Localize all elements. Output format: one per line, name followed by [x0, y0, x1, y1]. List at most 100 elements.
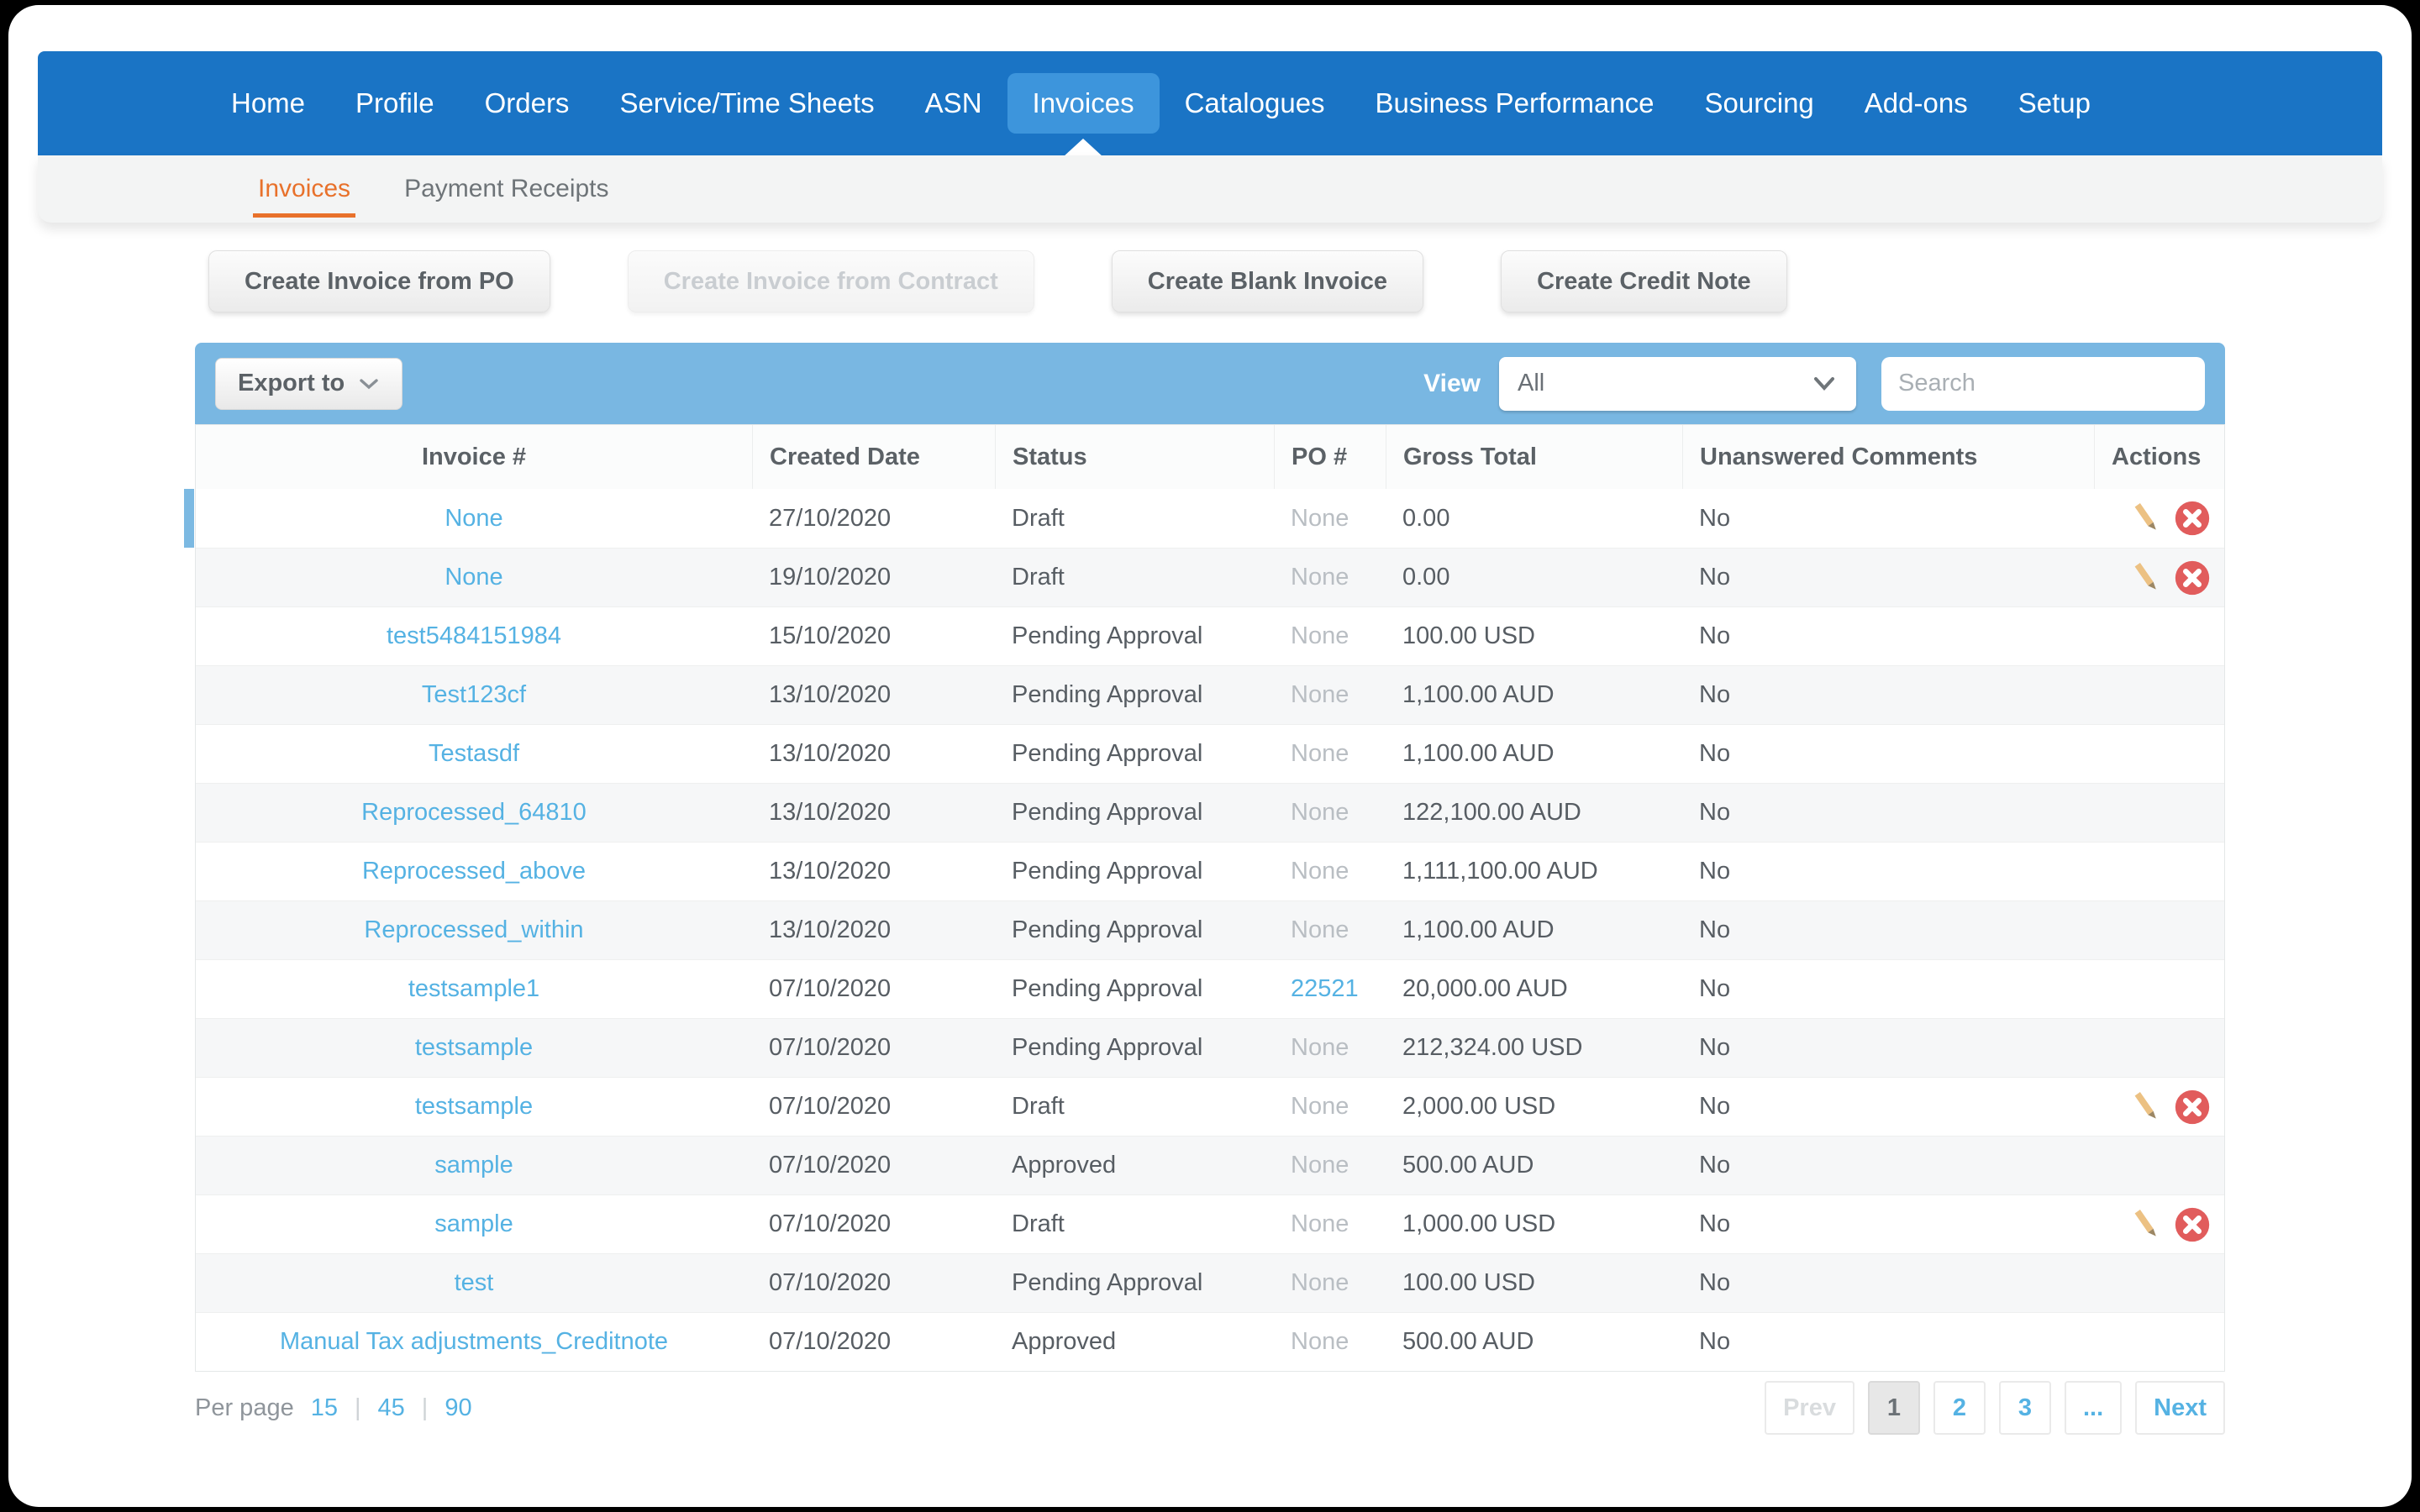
invoice-cell: None: [196, 549, 752, 606]
delete-x-icon[interactable]: [2174, 1089, 2211, 1126]
invoice-link[interactable]: testsample: [415, 1093, 533, 1121]
gross-total-cell: 1,100.00 AUD: [1402, 681, 1555, 708]
per-page-control: Per page 15 | 45 | 90: [195, 1394, 472, 1422]
po-value: None: [1291, 504, 1349, 532]
pencil-icon[interactable]: [2130, 1207, 2165, 1242]
page-button-prev[interactable]: Prev: [1765, 1381, 1854, 1435]
po-value: None: [1291, 1210, 1349, 1237]
nav-item-profile[interactable]: Profile: [330, 73, 460, 134]
actions-cell: [2094, 549, 2223, 606]
delete-x-icon[interactable]: [2174, 500, 2211, 537]
page-button-3[interactable]: 3: [1998, 1381, 2051, 1435]
nav-item-catalogues[interactable]: Catalogues: [1160, 73, 1350, 134]
create-credit-note-button[interactable]: Create Credit Note: [1501, 250, 1787, 312]
tab-invoices[interactable]: Invoices: [252, 175, 356, 218]
created-date-cell: 07/10/2020: [769, 1093, 892, 1120]
per-page-option-45[interactable]: 45: [378, 1394, 405, 1422]
table-row: testsample 07/10/2020 Draft None 2,000.00 US…: [196, 1077, 2224, 1136]
invoice-link[interactable]: Reprocessed_above: [362, 858, 586, 885]
view-label: View: [1423, 369, 1481, 397]
nav-item-add-ons[interactable]: Add-ons: [1839, 73, 1993, 134]
invoice-link[interactable]: None: [445, 505, 502, 533]
invoice-link[interactable]: test: [455, 1269, 494, 1297]
nav-item-asn[interactable]: ASN: [900, 73, 1007, 134]
actions-cell: [2094, 843, 2223, 900]
tab-payment-receipts[interactable]: Payment Receipts: [404, 175, 608, 203]
table-row: testsample1 07/10/2020 Pending Approval 225…: [196, 959, 2224, 1018]
view-select-value: All: [1518, 370, 1545, 396]
page-button-next[interactable]: Next: [2135, 1381, 2225, 1435]
create-buttons: Create Invoice from PO Create Invoice fro…: [208, 250, 1787, 312]
page-button-2[interactable]: 2: [1933, 1381, 1986, 1435]
created-date-cell: 19/10/2020: [769, 564, 892, 591]
invoice-link[interactable]: Testasdf: [429, 740, 519, 768]
unanswered-comments-cell: No: [1699, 740, 1731, 767]
unanswered-comments-cell: No: [1699, 1328, 1731, 1355]
created-date-cell: 07/10/2020: [769, 1210, 892, 1237]
create-invoice-from-contract-button[interactable]: Create Invoice from Contract: [627, 250, 1034, 312]
invoice-link[interactable]: sample: [434, 1152, 513, 1179]
invoice-cell: testsample: [196, 1078, 752, 1136]
nav-item-orders[interactable]: Orders: [460, 73, 595, 134]
po-value: None: [1291, 1328, 1349, 1355]
status-cell: Pending Approval: [1012, 916, 1203, 943]
unanswered-comments-cell: No: [1699, 975, 1731, 1002]
nav-item-setup[interactable]: Setup: [1993, 73, 2116, 134]
invoice-link[interactable]: sample: [434, 1210, 513, 1238]
invoice-link[interactable]: Manual Tax adjustments_Creditnote: [280, 1328, 668, 1356]
column-header-po: PO #: [1274, 425, 1386, 489]
per-page-option-90[interactable]: 90: [445, 1394, 471, 1422]
export-to-button[interactable]: Export to: [215, 357, 403, 410]
table-row: test 07/10/2020 Pending Approval None 100.00…: [196, 1253, 2224, 1312]
po-value: None: [1291, 1034, 1349, 1061]
created-date-cell: 27/10/2020: [769, 504, 892, 532]
table-toolbar: Export to View All: [195, 343, 2225, 424]
po-value: None: [1291, 622, 1349, 649]
po-link[interactable]: 22521: [1291, 975, 1359, 1003]
po-value: None: [1291, 1269, 1349, 1296]
status-cell: Approved: [1012, 1328, 1117, 1355]
create-invoice-from-po-button[interactable]: Create Invoice from PO: [208, 250, 550, 312]
delete-x-icon[interactable]: [2174, 559, 2211, 596]
invoice-link[interactable]: testsample: [415, 1034, 533, 1062]
search-input[interactable]: [1898, 370, 2215, 397]
status-cell: Pending Approval: [1012, 1269, 1203, 1296]
per-page-separator: |: [354, 1394, 361, 1421]
invoice-link[interactable]: None: [445, 564, 502, 591]
pencil-icon[interactable]: [2130, 560, 2165, 596]
invoice-link[interactable]: test5484151984: [387, 622, 561, 650]
invoice-cell: test: [196, 1254, 752, 1312]
app-window: Home Profile Orders Service/Time Sheets ASN I…: [8, 5, 2412, 1507]
invoice-link[interactable]: testsample1: [408, 975, 539, 1003]
table-row: Reprocessed_within 13/10/2020 Pending Appr…: [196, 900, 2224, 959]
delete-x-icon[interactable]: [2174, 1206, 2211, 1243]
create-blank-invoice-button[interactable]: Create Blank Invoice: [1111, 250, 1424, 312]
invoice-cell: Reprocessed_64810: [196, 784, 752, 842]
invoice-link[interactable]: Reprocessed_within: [364, 916, 583, 944]
invoice-link[interactable]: Reprocessed_64810: [361, 799, 587, 827]
table-row: Reprocessed_above 13/10/2020 Pending Appro…: [196, 842, 2224, 900]
column-header-status: Status: [995, 425, 1274, 489]
view-select[interactable]: All: [1499, 356, 1856, 411]
pencil-icon[interactable]: [2130, 501, 2165, 536]
invoice-cell: testsample1: [196, 960, 752, 1018]
pencil-icon[interactable]: [2130, 1089, 2165, 1125]
nav-item-business-performance[interactable]: Business Performance: [1350, 73, 1680, 134]
column-header-gross-total: Gross Total: [1386, 425, 1682, 489]
invoice-link[interactable]: Test123cf: [422, 681, 526, 709]
po-cell: None: [1274, 1019, 1386, 1077]
nav-item-home[interactable]: Home: [206, 73, 330, 134]
nav-item-service-time-sheets[interactable]: Service/Time Sheets: [594, 73, 899, 134]
status-cell: Pending Approval: [1012, 1034, 1203, 1061]
nav-item-sourcing[interactable]: Sourcing: [1680, 73, 1839, 134]
per-page-option-15[interactable]: 15: [311, 1394, 338, 1422]
po-cell: None: [1274, 1313, 1386, 1371]
po-cell: None: [1274, 784, 1386, 842]
created-date-cell: 13/10/2020: [769, 799, 892, 826]
page-button-1[interactable]: 1: [1867, 1381, 1920, 1435]
page-button-[interactable]: ...: [2064, 1381, 2123, 1435]
created-date-cell: 07/10/2020: [769, 975, 892, 1002]
top-nav: Home Profile Orders Service/Time Sheets ASN I…: [38, 51, 2382, 155]
nav-item-invoices[interactable]: Invoices: [1007, 73, 1160, 134]
pagination: Per page 15 | 45 | 90 Prev 1 2 3... Next: [195, 1381, 2225, 1435]
